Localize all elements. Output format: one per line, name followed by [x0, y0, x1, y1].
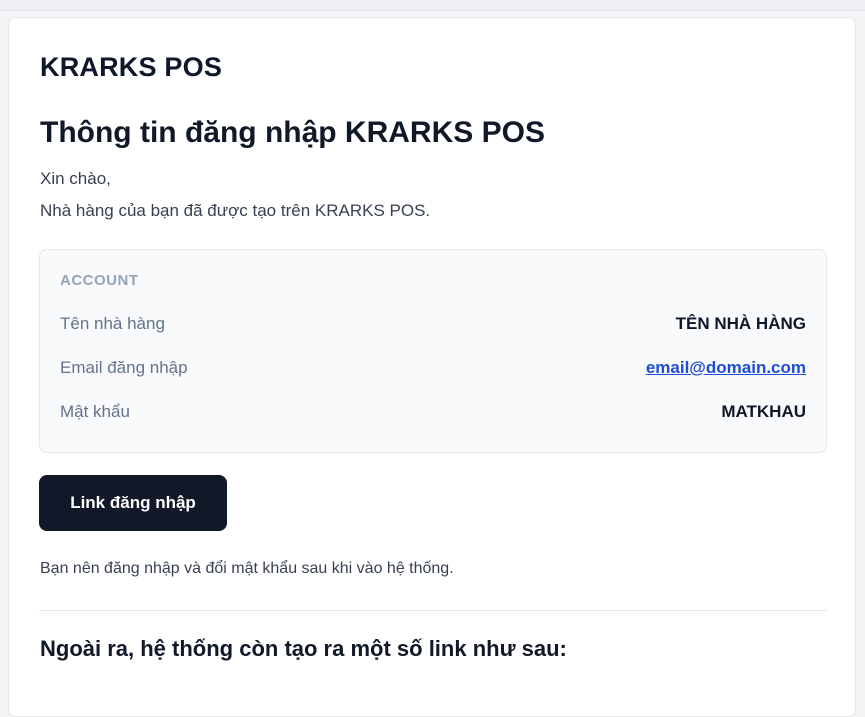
divider	[39, 610, 827, 611]
login-email-link[interactable]: email@domain.com	[646, 358, 806, 378]
email-card: KRARKS POS Thông tin đăng nhập KRARKS PO…	[8, 17, 856, 717]
restaurant-name-label: Tên nhà hàng	[60, 314, 165, 333]
password-row: Mật khẩu MATKHAU	[60, 400, 806, 424]
account-heading: ACCOUNT	[60, 272, 139, 289]
additional-links-heading: Ngoài ra, hệ thống còn tạo ra một số lin…	[40, 636, 567, 661]
intro-text: Nhà hàng của bạn đã được tạo trên KRARKS…	[40, 201, 431, 220]
password-label: Mật khẩu	[60, 402, 130, 421]
top-bar	[0, 0, 865, 11]
account-info-box: ACCOUNT Tên nhà hàng TÊN NHÀ HÀNG Email …	[39, 249, 827, 453]
page-title: Thông tin đăng nhập KRARKS POS	[40, 116, 545, 149]
greeting-text: Xin chào,	[40, 169, 111, 188]
login-email-row: Email đăng nhập email@domain.com	[60, 356, 806, 380]
restaurant-name-value: TÊN NHÀ HÀNG	[675, 314, 806, 333]
change-password-note: Bạn nên đăng nhập và đổi mật khẩu sau kh…	[40, 560, 454, 577]
password-value: MATKHAU	[721, 402, 806, 421]
login-email-label: Email đăng nhập	[60, 358, 188, 377]
login-link-button[interactable]: Link đăng nhập	[39, 475, 227, 531]
restaurant-name-row: Tên nhà hàng TÊN NHÀ HÀNG	[60, 312, 806, 336]
brand-title: KRARKS POS	[40, 52, 223, 82]
